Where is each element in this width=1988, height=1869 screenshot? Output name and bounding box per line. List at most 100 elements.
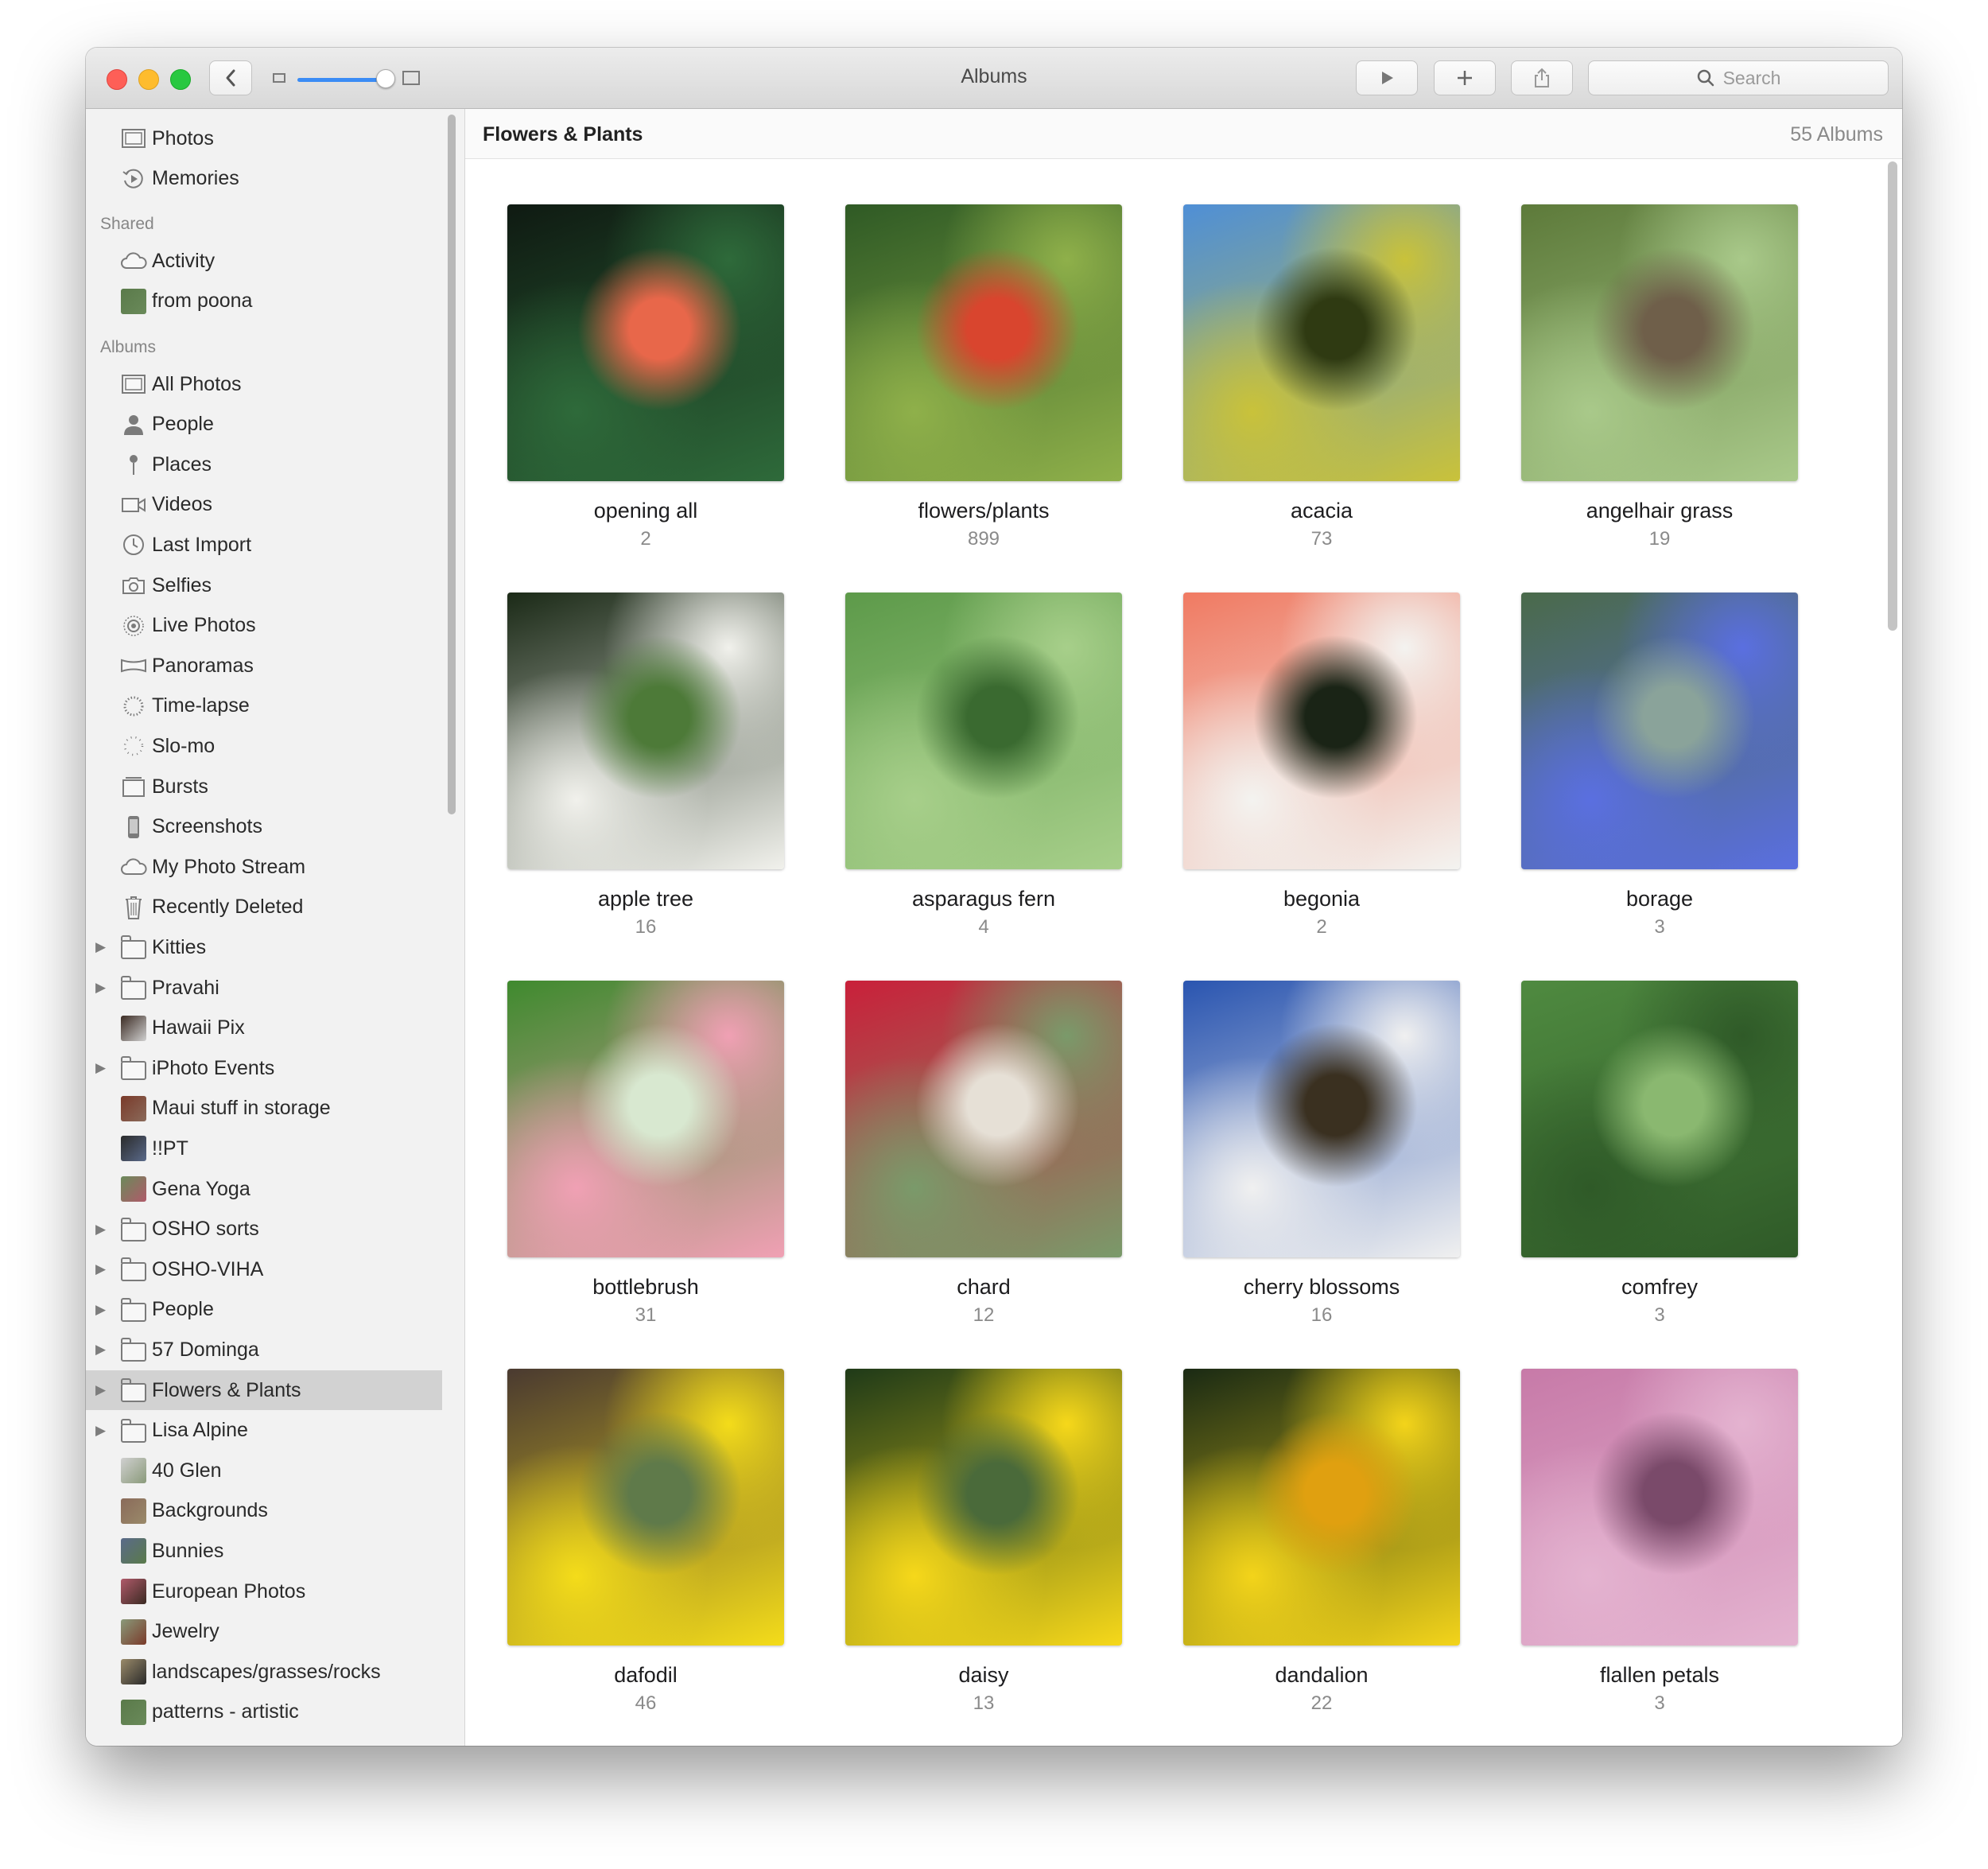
sidebar-item-my-photo-stream[interactable]: My Photo Stream (86, 847, 442, 887)
sidebar-item-slo-mo[interactable]: Slo-mo (86, 726, 442, 766)
sidebar-item-label: Photos (152, 126, 214, 150)
sidebar-item-flowers-plants[interactable]: ▶ Flowers & Plants (86, 1370, 442, 1410)
album-card[interactable]: daisy 13 (845, 1369, 1122, 1715)
sidebar-item-memories[interactable]: Memories (86, 159, 442, 199)
disclosure-triangle-icon[interactable]: ▶ (95, 1261, 106, 1277)
disclosure-triangle-icon[interactable]: ▶ (95, 1342, 106, 1358)
sidebar-scrollbar[interactable] (448, 115, 456, 814)
sidebar-item-kitties[interactable]: ▶ Kitties (86, 927, 442, 967)
sidebar-item-screenshots[interactable]: Screenshots (86, 807, 442, 847)
album-thumbnail-icon (120, 1538, 147, 1564)
sidebar-item-osho-viha[interactable]: ▶ OSHO-VIHA (86, 1249, 442, 1289)
album-card[interactable]: opening all 2 (507, 204, 784, 550)
album-thumbnail[interactable] (1521, 204, 1798, 481)
sidebar-item-recently-deleted[interactable]: Recently Deleted (86, 888, 442, 927)
sidebar-item-bursts[interactable]: Bursts (86, 767, 442, 806)
album-card[interactable]: angelhair grass 19 (1521, 204, 1798, 550)
album-thumbnail[interactable] (845, 981, 1122, 1257)
sidebar-item-hawaii-pix[interactable]: Hawaii Pix (86, 1008, 442, 1048)
slideshow-button[interactable] (1356, 60, 1418, 95)
album-thumbnail[interactable] (1183, 981, 1460, 1257)
album-card[interactable]: comfrey 3 (1521, 981, 1798, 1327)
share-icon (1535, 68, 1549, 87)
album-thumbnail[interactable] (507, 981, 784, 1257)
sidebar-item-label: European Photos (152, 1580, 306, 1603)
album-card[interactable]: dandalion 22 (1183, 1369, 1460, 1715)
sidebar-item-people[interactable]: People (86, 405, 442, 445)
sidebar-item-last-import[interactable]: Last Import (86, 525, 442, 565)
sidebar-item-panoramas[interactable]: Panoramas (86, 646, 442, 686)
disclosure-triangle-icon[interactable]: ▶ (95, 1060, 106, 1076)
content-scrollbar[interactable] (1888, 161, 1897, 631)
album-card[interactable]: chard 12 (845, 981, 1122, 1327)
album-thumbnail[interactable] (845, 1369, 1122, 1646)
sidebar-item-photos[interactable]: Photos (86, 119, 442, 158)
album-card[interactable]: acacia 73 (1183, 204, 1460, 550)
sidebar-item-people[interactable]: ▶ People (86, 1290, 442, 1330)
album-thumbnail[interactable] (1183, 593, 1460, 869)
disclosure-triangle-icon[interactable]: ▶ (95, 1222, 106, 1238)
album-thumbnail[interactable] (1183, 204, 1460, 481)
sidebar-item-videos[interactable]: Videos (86, 485, 442, 525)
sidebar-item-european-photos[interactable]: European Photos (86, 1572, 442, 1611)
pin-icon (120, 452, 147, 477)
sidebar-item-from-poona[interactable]: from poona (86, 282, 442, 321)
album-card[interactable]: apple tree 16 (507, 593, 784, 938)
album-card[interactable]: asparagus fern 4 (845, 593, 1122, 938)
sidebar-item-pravahi[interactable]: ▶ Pravahi (86, 968, 442, 1008)
sidebar-item-time-lapse[interactable]: Time-lapse (86, 686, 442, 726)
album-thumbnail[interactable] (507, 1369, 784, 1646)
folder-icon (120, 1055, 147, 1081)
sidebar-item-all-photos[interactable]: All Photos (86, 364, 442, 404)
search-field[interactable]: Search (1588, 60, 1889, 95)
sidebar-item-pt[interactable]: !!PT (86, 1129, 442, 1168)
sidebar-item-gena-yoga[interactable]: Gena Yoga (86, 1169, 442, 1209)
album-name: opening all (593, 499, 698, 523)
album-card[interactable]: flallen petals 3 (1521, 1369, 1798, 1715)
sidebar-item-patterns-artistic[interactable]: patterns - artistic (86, 1692, 442, 1732)
disclosure-triangle-icon[interactable]: ▶ (95, 1423, 106, 1439)
share-button[interactable] (1511, 60, 1573, 95)
sidebar-item-57-dominga[interactable]: ▶ 57 Dominga (86, 1330, 442, 1370)
album-thumbnail[interactable] (845, 204, 1122, 481)
sidebar-item-label: Last Import (152, 533, 252, 556)
disclosure-triangle-icon[interactable]: ▶ (95, 1302, 106, 1318)
album-thumbnail[interactable] (1521, 1369, 1798, 1646)
sidebar-item-40-glen[interactable]: 40 Glen (86, 1451, 442, 1490)
album-thumbnail[interactable] (845, 593, 1122, 869)
album-card[interactable]: begonia 2 (1183, 593, 1460, 938)
album-name: daisy (958, 1663, 1009, 1687)
sidebar-item-activity[interactable]: Activity (86, 241, 442, 281)
slomo-icon (120, 733, 147, 759)
disclosure-triangle-icon[interactable]: ▶ (95, 980, 106, 996)
sidebar-item-selfies[interactable]: Selfies (86, 565, 442, 605)
plus-icon (1458, 71, 1472, 85)
disclosure-triangle-icon[interactable]: ▶ (95, 1382, 106, 1398)
album-card[interactable]: cherry blossoms 16 (1183, 981, 1460, 1327)
sidebar-item-jewelry[interactable]: Jewelry (86, 1612, 442, 1652)
album-card[interactable]: flowers/plants 899 (845, 204, 1122, 550)
sidebar-item-live-photos[interactable]: Live Photos (86, 606, 442, 646)
sidebar-item-bunnies[interactable]: Bunnies (86, 1531, 442, 1571)
album-thumbnail[interactable] (1521, 981, 1798, 1257)
album-card[interactable]: bottlebrush 31 (507, 981, 784, 1327)
sidebar-item-osho-sorts[interactable]: ▶ OSHO sorts (86, 1210, 442, 1249)
sidebar-item-lisa-alpine[interactable]: ▶ Lisa Alpine (86, 1411, 442, 1451)
add-button[interactable] (1434, 60, 1496, 95)
album-thumbnail[interactable] (1183, 1369, 1460, 1646)
album-name: comfrey (1621, 1275, 1699, 1299)
sidebar-item-iphoto-events[interactable]: ▶ iPhoto Events (86, 1048, 442, 1088)
album-thumbnail[interactable] (507, 204, 784, 481)
album-photo-count: 2 (640, 528, 651, 550)
album-card[interactable]: dafodil 46 (507, 1369, 784, 1715)
sidebar-item-maui-stuff-in-storage[interactable]: Maui stuff in storage (86, 1089, 442, 1129)
disclosure-triangle-icon[interactable]: ▶ (95, 939, 106, 955)
sidebar-item-places[interactable]: Places (86, 445, 442, 484)
album-thumbnail-icon (120, 1176, 147, 1202)
sidebar-item-backgrounds[interactable]: Backgrounds (86, 1491, 442, 1531)
album-card[interactable]: borage 3 (1521, 593, 1798, 938)
sidebar-item-landscapes-grasses-rocks[interactable]: landscapes/grasses/rocks (86, 1652, 442, 1692)
album-thumbnail[interactable] (507, 593, 784, 869)
album-thumbnail[interactable] (1521, 593, 1798, 869)
album-photo-count: 46 (635, 1692, 657, 1714)
